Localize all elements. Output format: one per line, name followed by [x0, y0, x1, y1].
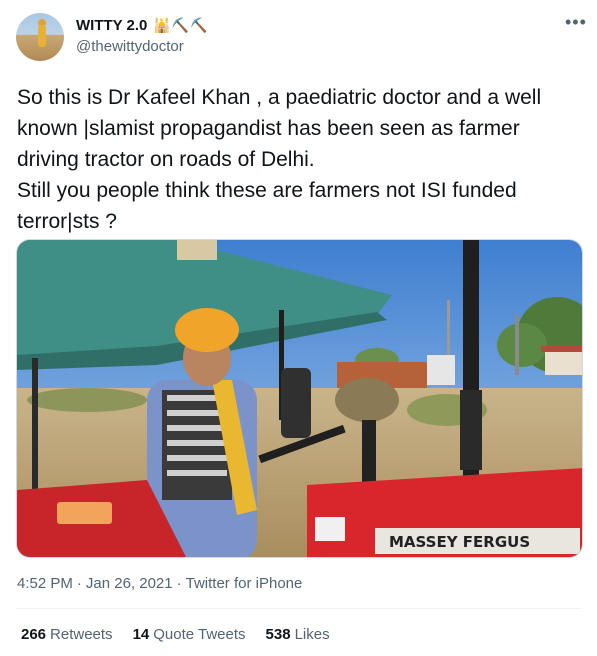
- retweets-label: Retweets: [50, 626, 113, 643]
- retweets-stat[interactable]: 266 Retweets: [21, 626, 113, 643]
- tractor-brand-label: MASSEY FERGUS: [389, 533, 530, 551]
- tweet-meta: 4:52 PM · Jan 26, 2021 · Twitter for iPh…: [17, 575, 302, 592]
- tweet-media-photo[interactable]: MASSEY FERGUS: [16, 239, 583, 558]
- tweet-text-line-2: Still you people think these are farmers…: [17, 179, 517, 233]
- tweet-date[interactable]: Jan 26, 2021: [86, 575, 173, 592]
- more-options-icon[interactable]: •••: [565, 12, 587, 33]
- quote-tweets-stat[interactable]: 14 Quote Tweets: [133, 626, 246, 643]
- retweets-count: 266: [21, 626, 47, 643]
- tweet-source[interactable]: Twitter for iPhone: [186, 575, 303, 592]
- avatar[interactable]: [16, 13, 64, 61]
- tractor-photo: MASSEY FERGUS: [17, 240, 582, 557]
- meta-separator: ·: [76, 575, 82, 592]
- author-name[interactable]: WITTY 2.0: [76, 17, 147, 34]
- likes-count: 538: [265, 626, 291, 643]
- author-name-row[interactable]: WITTY 2.0 🕌⛏️⛏️: [76, 17, 209, 34]
- author-name-emoji: 🕌⛏️⛏️: [153, 17, 209, 33]
- author-handle[interactable]: @thewittydoctor: [76, 38, 184, 55]
- likes-label: Likes: [294, 626, 330, 643]
- tweet-stats: 266 Retweets 14 Quote Tweets 538 Likes: [21, 626, 330, 643]
- likes-stat[interactable]: 538 Likes: [266, 626, 330, 643]
- tweet-text-line-1: So this is Dr Kafeel Khan , a paediatric…: [17, 86, 542, 171]
- tweet-time[interactable]: 4:52 PM: [17, 575, 73, 592]
- avatar-figure-body: [38, 25, 46, 47]
- quote-tweets-label: Quote Tweets: [153, 626, 246, 643]
- divider: [16, 608, 581, 609]
- quote-tweets-count: 14: [132, 626, 150, 643]
- meta-separator: ·: [176, 575, 182, 592]
- tweet-text: So this is Dr Kafeel Khan , a paediatric…: [17, 82, 582, 237]
- tweet-card: WITTY 2.0 🕌⛏️⛏️ @thewittydoctor ••• So t…: [0, 0, 597, 656]
